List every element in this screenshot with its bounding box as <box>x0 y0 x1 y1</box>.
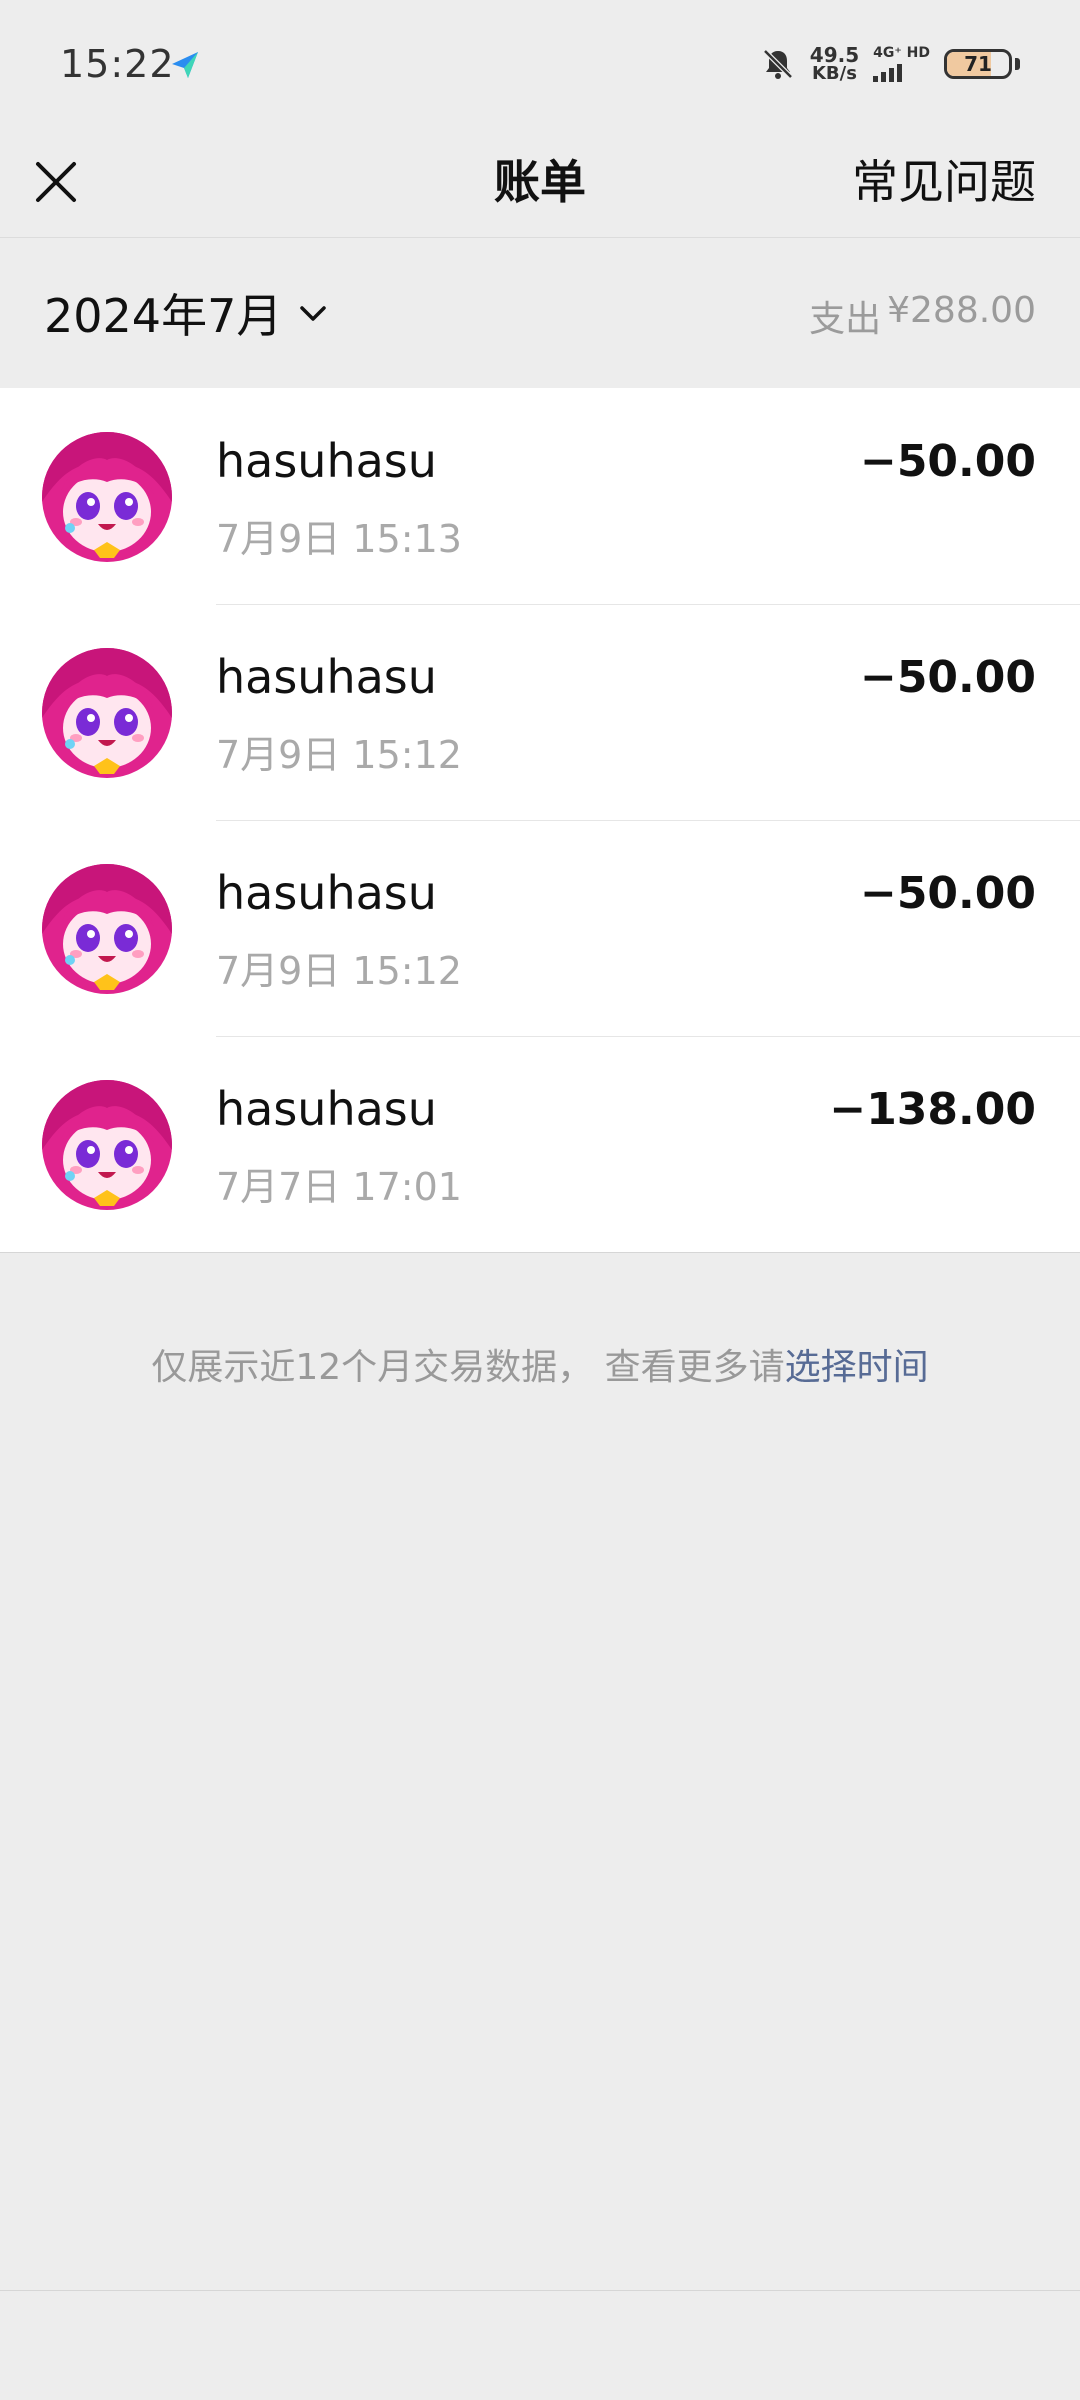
transaction-amount: −138.00 <box>829 1084 1036 1135</box>
transaction-row[interactable]: hasuhasu 7月9日 15:13 −50.00 <box>0 388 1080 604</box>
transaction-amount: −50.00 <box>859 436 1036 487</box>
nav-bar: 账单 常见问题 <box>0 130 1080 238</box>
chevron-down-icon <box>300 306 327 321</box>
merchant-name: hasuhasu <box>216 434 437 488</box>
battery-cap <box>1015 58 1020 70</box>
month-label: 2024年7月 <box>44 289 283 343</box>
signal-indicator: 4G⁺ HD <box>873 46 930 82</box>
transaction-row[interactable]: hasuhasu 7月9日 15:12 −50.00 <box>0 820 1080 1036</box>
transaction-time: 7月9日 15:12 <box>216 949 462 993</box>
transaction-time: 7月9日 15:13 <box>216 517 462 561</box>
avatar <box>42 864 172 994</box>
speed-unit: KB/s <box>811 63 857 84</box>
merchant-name: hasuhasu <box>216 650 437 704</box>
status-icons: 49.5 KB/s 4G⁺ HD 71 <box>760 42 1020 86</box>
merchant-name: hasuhasu <box>216 1082 437 1136</box>
network-type: 4G⁺ HD <box>873 45 930 61</box>
transaction-time: 7月7日 17:01 <box>216 1165 462 1209</box>
avatar <box>42 432 172 562</box>
transaction-row[interactable]: hasuhasu 7月7日 17:01 −138.00 <box>0 1036 1080 1252</box>
transaction-amount: −50.00 <box>859 652 1036 703</box>
bottom-divider <box>0 2290 1080 2291</box>
month-picker[interactable]: 2024年7月 <box>44 280 330 346</box>
transaction-list: hasuhasu 7月9日 15:13 −50.00 hasuhasu 7月9日… <box>0 388 1080 1253</box>
transaction-time: 7月9日 15:12 <box>216 733 462 777</box>
expense-total: 支出 ¥288.00 <box>809 290 1036 342</box>
history-hint-text: 仅展示近12个月交易数据， 查看更多请 <box>151 1347 785 1388</box>
speed-value: 49.5 <box>809 43 860 67</box>
month-summary: 2024年7月 支出 ¥288.00 <box>0 238 1080 388</box>
expense-label: 支出 <box>809 299 882 340</box>
avatar <box>42 648 172 778</box>
signal-icon <box>873 64 903 82</box>
transaction-amount: −50.00 <box>859 868 1036 919</box>
merchant-name: hasuhasu <box>216 866 437 920</box>
network-speed: 49.5 KB/s <box>810 45 859 83</box>
select-time-link[interactable]: 选择时间 <box>785 1347 929 1388</box>
avatar <box>42 1080 172 1210</box>
status-time: 15:22 <box>60 42 175 86</box>
history-hint: 仅展示近12个月交易数据， 查看更多请选择时间 <box>0 1338 1080 1390</box>
bell-off-icon <box>763 49 793 79</box>
expense-amount: ¥288.00 <box>887 290 1036 331</box>
battery-level: 71 <box>964 52 992 76</box>
status-bar: 15:22 49.5 KB/s 4G⁺ HD 71 <box>0 0 1080 130</box>
transaction-row[interactable]: hasuhasu 7月9日 15:12 −50.00 <box>0 604 1080 820</box>
faq-button[interactable]: 常见问题 <box>852 146 1036 212</box>
app-notification-icon <box>172 52 198 78</box>
battery-icon: 71 <box>944 49 1012 79</box>
